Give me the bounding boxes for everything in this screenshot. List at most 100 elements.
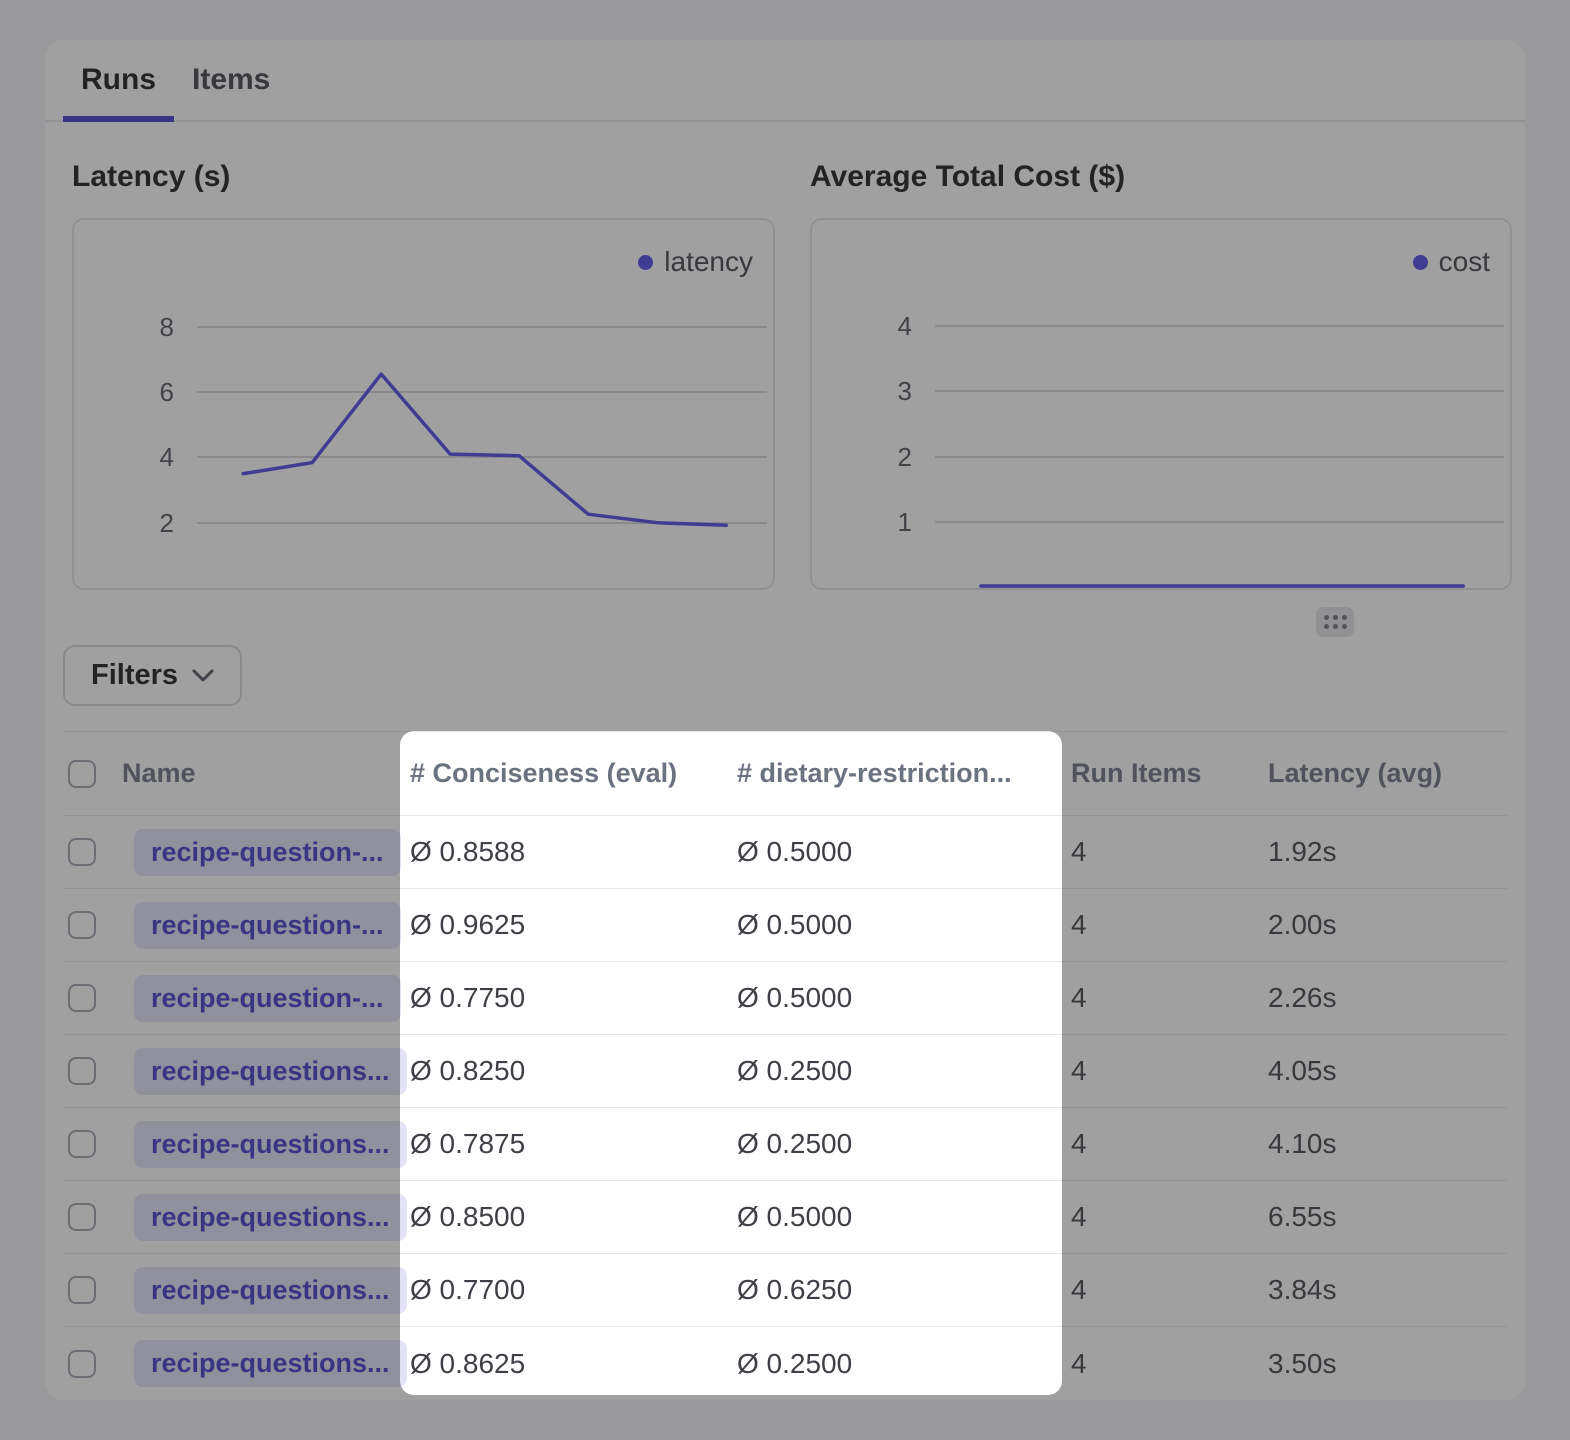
table-row[interactable]: recipe-question-... Ø 0.7750 Ø 0.5000 4 … [63,962,1507,1035]
run-name-badge[interactable]: recipe-questions... [134,1267,407,1314]
checkbox-cell [63,1130,122,1158]
row-checkbox[interactable] [68,1350,96,1378]
name-cell: recipe-question-... [122,975,410,1022]
runs-card: Runs Items Latency (s) Average Total Cos… [45,40,1525,1400]
table-row[interactable]: recipe-question-... Ø 0.9625 Ø 0.5000 4 … [63,889,1507,962]
run-items-cell: 4 [1071,1348,1268,1380]
drag-handle[interactable] [1316,607,1354,637]
latency-chart-title: Latency (s) [72,160,230,194]
table-header-row: Name # Conciseness (eval) # dietary-rest… [63,732,1507,816]
run-items-cell: 4 [1071,836,1268,868]
tab-runs-label: Runs [81,63,156,97]
conciseness-cell: Ø 0.7875 [410,1128,737,1160]
run-name-badge[interactable]: recipe-questions... [134,1340,407,1387]
name-cell: recipe-questions... [122,1048,410,1095]
checkbox-cell [63,984,122,1012]
table-row[interactable]: recipe-questions... Ø 0.8625 Ø 0.2500 4 … [63,1327,1507,1400]
row-checkbox[interactable] [68,1057,96,1085]
filters-button-label: Filters [91,659,178,692]
tab-items[interactable]: Items [174,40,288,120]
cost-chart: cost 4321 [810,218,1512,590]
row-checkbox[interactable] [68,911,96,939]
column-header-conciseness: # Conciseness (eval) [410,758,737,789]
tab-items-label: Items [192,63,270,97]
conciseness-cell: Ø 0.7700 [410,1274,737,1306]
dietary-restriction-cell: Ø 0.2500 [737,1128,1071,1160]
column-header-run-items: Run Items [1071,758,1268,789]
name-cell: recipe-questions... [122,1121,410,1168]
legend-dot-icon [638,255,653,270]
table-row[interactable]: recipe-questions... Ø 0.7700 Ø 0.6250 4 … [63,1254,1507,1327]
latency-cell: 3.84s [1268,1274,1507,1306]
conciseness-cell: Ø 0.8250 [410,1055,737,1087]
latency-cell: 2.00s [1268,909,1507,941]
name-cell: recipe-questions... [122,1194,410,1241]
dietary-restriction-cell: Ø 0.2500 [737,1055,1071,1087]
column-header-name: Name [122,758,410,789]
run-items-cell: 4 [1071,1274,1268,1306]
legend-label: latency [664,246,753,278]
checkbox-cell [63,911,122,939]
name-cell: recipe-question-... [122,902,410,949]
filters-button[interactable]: Filters [63,645,242,706]
column-header-dietary-restriction: # dietary-restriction... [737,758,1071,789]
latency-cell: 4.10s [1268,1128,1507,1160]
table-row[interactable]: recipe-questions... Ø 0.7875 Ø 0.2500 4 … [63,1108,1507,1181]
conciseness-cell: Ø 0.7750 [410,982,737,1014]
name-cell: recipe-question-... [122,829,410,876]
row-checkbox[interactable] [68,838,96,866]
checkbox-cell [63,1350,122,1378]
latency-cell: 3.50s [1268,1348,1507,1380]
run-items-cell: 4 [1071,1128,1268,1160]
latency-chart: latency 8642 [72,218,775,590]
conciseness-cell: Ø 0.8588 [410,836,737,868]
table-row[interactable]: recipe-questions... Ø 0.8250 Ø 0.2500 4 … [63,1035,1507,1108]
row-checkbox[interactable] [68,1130,96,1158]
dietary-restriction-cell: Ø 0.5000 [737,909,1071,941]
row-checkbox[interactable] [68,1276,96,1304]
name-cell: recipe-questions... [122,1267,410,1314]
runs-table: Name # Conciseness (eval) # dietary-rest… [63,731,1507,1400]
run-name-badge[interactable]: recipe-questions... [134,1194,407,1241]
run-items-cell: 4 [1071,1055,1268,1087]
legend-dot-icon [1413,255,1428,270]
latency-cell: 6.55s [1268,1201,1507,1233]
run-items-cell: 4 [1071,982,1268,1014]
chevron-down-icon [192,669,214,683]
dietary-restriction-cell: Ø 0.2500 [737,1348,1071,1380]
run-name-badge[interactable]: recipe-question-... [134,829,401,876]
legend-label: cost [1439,246,1490,278]
dietary-restriction-cell: Ø 0.5000 [737,836,1071,868]
latency-cell: 1.92s [1268,836,1507,868]
run-name-badge[interactable]: recipe-question-... [134,975,401,1022]
latency-cell: 4.05s [1268,1055,1507,1087]
conciseness-cell: Ø 0.9625 [410,909,737,941]
tab-bar: Runs Items [45,40,1525,122]
checkbox-cell [63,1203,122,1231]
dietary-restriction-cell: Ø 0.5000 [737,1201,1071,1233]
row-checkbox[interactable] [68,1203,96,1231]
cost-chart-title: Average Total Cost ($) [810,160,1125,194]
table-row[interactable]: recipe-question-... Ø 0.8588 Ø 0.5000 4 … [63,816,1507,889]
checkbox-cell [63,1276,122,1304]
run-name-badge[interactable]: recipe-question-... [134,902,401,949]
run-items-cell: 4 [1071,1201,1268,1233]
latency-cell: 2.26s [1268,982,1507,1014]
run-name-badge[interactable]: recipe-questions... [134,1121,407,1168]
checkbox-cell [63,838,122,866]
screen: Runs Items Latency (s) Average Total Cos… [0,0,1570,1440]
table-row[interactable]: recipe-questions... Ø 0.8500 Ø 0.5000 4 … [63,1181,1507,1254]
select-all-checkbox[interactable] [68,760,96,788]
latency-legend: latency [638,246,753,278]
column-header-latency-avg: Latency (avg) [1268,758,1507,789]
checkbox-cell [63,1057,122,1085]
run-name-badge[interactable]: recipe-questions... [134,1048,407,1095]
dietary-restriction-cell: Ø 0.5000 [737,982,1071,1014]
select-all-cell [63,760,122,788]
conciseness-cell: Ø 0.8625 [410,1348,737,1380]
cost-legend: cost [1413,246,1490,278]
row-checkbox[interactable] [68,984,96,1012]
tab-runs[interactable]: Runs [63,40,174,120]
run-items-cell: 4 [1071,909,1268,941]
dietary-restriction-cell: Ø 0.6250 [737,1274,1071,1306]
